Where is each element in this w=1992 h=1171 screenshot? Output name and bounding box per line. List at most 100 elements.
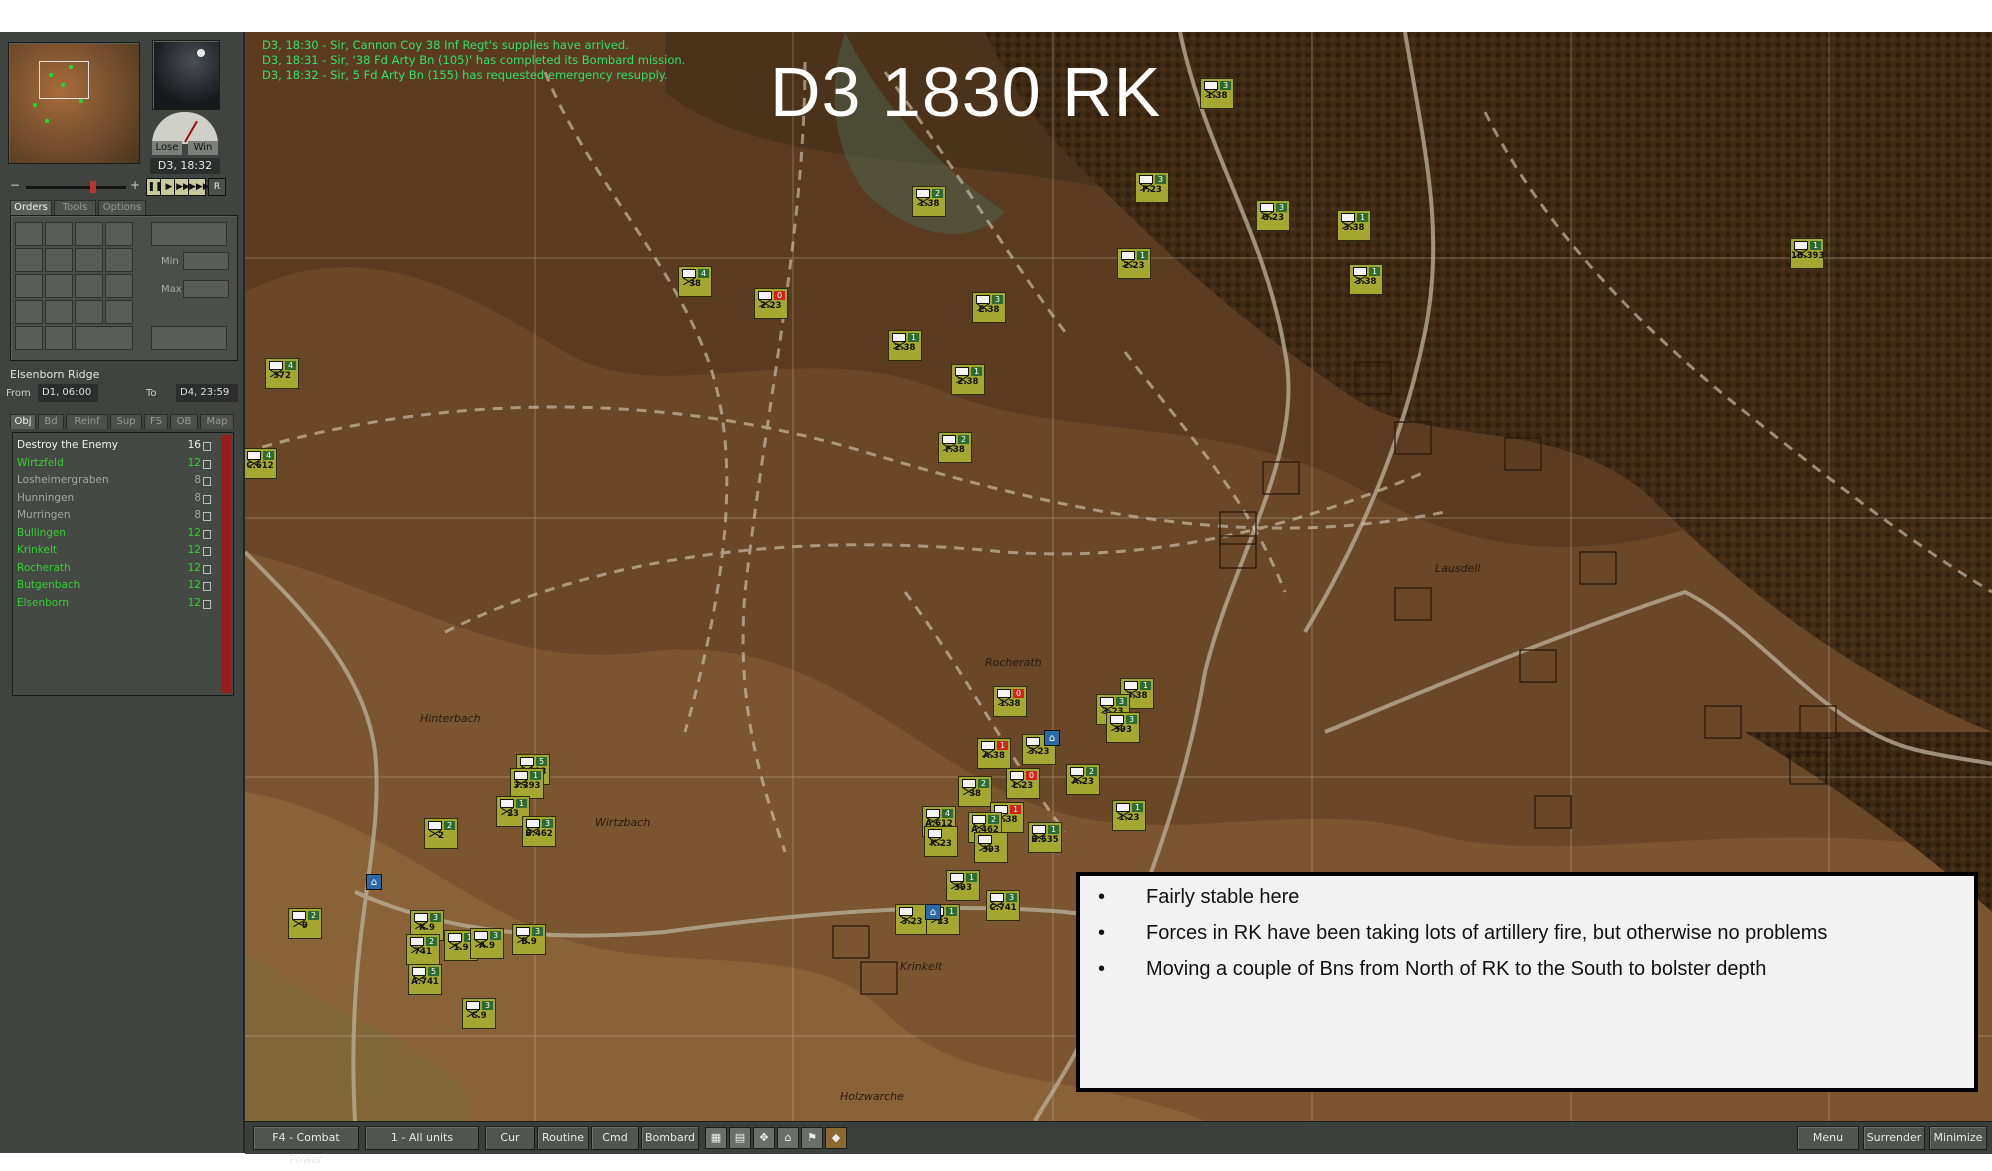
unit-counter[interactable]: 3.23: [895, 904, 929, 935]
bombard-button[interactable]: Bombard: [641, 1126, 699, 1150]
unit-filter-button[interactable]: 1 - All units: [365, 1126, 479, 1150]
unit-counter[interactable]: 1 2.38: [888, 330, 922, 361]
unit-counter[interactable]: 22: [424, 818, 458, 849]
unit-counter[interactable]: 1 393: [946, 870, 980, 901]
order-button[interactable]: [105, 248, 133, 272]
tab-tools[interactable]: Tools: [54, 200, 96, 215]
hq-icon[interactable]: ⌂: [777, 1127, 799, 1149]
rate-button[interactable]: R: [208, 178, 226, 196]
tab-fs[interactable]: FS: [144, 414, 168, 429]
unit-counter[interactable]: 3 1.38: [1200, 78, 1234, 109]
unit-counter[interactable]: 3 F.23: [1135, 172, 1169, 203]
routine-button[interactable]: Routine: [537, 1126, 589, 1150]
hq-marker-icon[interactable]: ⌂: [1044, 730, 1060, 746]
unit-counter[interactable]: 1 2.38: [951, 364, 985, 395]
tab-map[interactable]: Map: [200, 414, 234, 429]
tab-options[interactable]: Options: [98, 200, 146, 215]
objective-row[interactable]: Krinkelt 12: [17, 542, 211, 559]
minus-icon[interactable]: −: [10, 178, 20, 192]
unit-counter[interactable]: 3 G.23: [1256, 200, 1290, 231]
unit-counter[interactable]: 2 1.38: [912, 186, 946, 217]
plus-icon[interactable]: +: [130, 178, 140, 192]
order-button[interactable]: [45, 248, 73, 272]
order-wide-button[interactable]: [151, 326, 227, 350]
unit-counter[interactable]: 2 741: [406, 934, 440, 965]
order-button[interactable]: [105, 222, 133, 246]
unit-counter[interactable]: 3 393: [1106, 712, 1140, 743]
unit-counter[interactable]: 3 B.462: [522, 816, 556, 847]
unit-counter[interactable]: 1 3.38: [1349, 264, 1383, 295]
flag-icon[interactable]: ⚑: [801, 1127, 823, 1149]
order-wide-button[interactable]: [75, 326, 133, 350]
order-button[interactable]: [75, 222, 103, 246]
objective-row[interactable]: Wirtzfeld 12: [17, 455, 211, 472]
unit-counter[interactable]: 1 3.38: [1337, 210, 1371, 241]
tab-sup[interactable]: Sup: [110, 414, 142, 429]
unit-counter[interactable]: 1 A.38: [977, 738, 1011, 769]
hq-marker-icon[interactable]: ⌂: [366, 874, 382, 890]
objectives-scrollbar[interactable]: [221, 435, 231, 693]
order-button[interactable]: [15, 222, 43, 246]
min-field[interactable]: [183, 252, 229, 270]
order-wide-button[interactable]: [151, 222, 227, 246]
unit-counter[interactable]: 1 1.23: [1112, 800, 1146, 831]
tab-obj[interactable]: Obj: [10, 414, 36, 429]
order-button[interactable]: [105, 300, 133, 324]
move-icon[interactable]: ✥: [753, 1127, 775, 1149]
order-button[interactable]: [75, 300, 103, 324]
order-button[interactable]: [15, 274, 43, 298]
unit-counter[interactable]: 4 372: [265, 358, 299, 389]
unit-counter[interactable]: 0 1.38: [993, 686, 1027, 717]
minimap-viewport[interactable]: [39, 61, 89, 99]
objective-row[interactable]: Elsenborn 12: [17, 595, 211, 612]
objective-row[interactable]: Hunningen 8: [17, 490, 211, 507]
unit-counter[interactable]: K.23: [924, 826, 958, 857]
unit-counter[interactable]: 1 2.23: [1117, 248, 1151, 279]
fastest-forward-icon[interactable]: ▶▶▶: [188, 178, 210, 196]
unit-stack-icon[interactable]: ▤: [729, 1127, 751, 1149]
order-button[interactable]: [45, 222, 73, 246]
unit-counter[interactable]: 1 3.393: [510, 768, 544, 799]
unit-counter[interactable]: 3 C.9: [462, 998, 496, 1029]
order-button[interactable]: [15, 300, 43, 324]
minimap[interactable]: [8, 42, 140, 164]
unit-counter[interactable]: 3 C.741: [986, 890, 1020, 921]
order-button[interactable]: [45, 300, 73, 324]
objective-row[interactable]: Bullingen 12: [17, 525, 211, 542]
tab-orders[interactable]: Orders: [10, 200, 52, 215]
objective-row[interactable]: Rocherath 12: [17, 560, 211, 577]
unit-counter[interactable]: 29: [288, 908, 322, 939]
combat-power-button[interactable]: F4 - Combat Power: [253, 1126, 359, 1166]
order-button[interactable]: [75, 274, 103, 298]
unit-counter[interactable]: 3 B.9: [512, 924, 546, 955]
unit-counter[interactable]: 1 B.535: [1028, 822, 1062, 853]
objective-row[interactable]: Butgenbach 12: [17, 577, 211, 594]
order-button[interactable]: [15, 326, 43, 350]
menu-button[interactable]: Menu: [1797, 1126, 1859, 1150]
cur-button[interactable]: Cur: [485, 1126, 535, 1150]
unit-counter[interactable]: 2 A.23: [1066, 764, 1100, 795]
order-button[interactable]: [45, 274, 73, 298]
objective-row[interactable]: Murringen 8: [17, 507, 211, 524]
unit-counter[interactable]: 2 F.38: [938, 432, 972, 463]
max-field[interactable]: [183, 280, 229, 298]
unit-counter[interactable]: 1 1B.393: [1790, 238, 1824, 269]
time-rate-slider[interactable]: − +: [8, 178, 140, 194]
unit-counter[interactable]: 3 A.9: [470, 928, 504, 959]
tab-ob[interactable]: OB: [170, 414, 198, 429]
unit-counter[interactable]: 393: [974, 832, 1008, 863]
unit-counter[interactable]: 0 L.23: [1006, 768, 1040, 799]
order-button[interactable]: [105, 274, 133, 298]
order-button[interactable]: [45, 326, 73, 350]
terrain-icon[interactable]: ◆: [825, 1127, 847, 1149]
grid-icon[interactable]: ▦: [705, 1127, 727, 1149]
unit-counter[interactable]: 3 E.38: [972, 292, 1006, 323]
unit-counter[interactable]: 2 38: [958, 776, 992, 807]
order-button[interactable]: [15, 248, 43, 272]
unit-counter[interactable]: 5 A.741: [408, 964, 442, 995]
minimize-button[interactable]: Minimize: [1929, 1126, 1987, 1150]
tab-bd[interactable]: Bd: [38, 414, 64, 429]
objective-row[interactable]: Destroy the Enemy 16: [17, 437, 211, 454]
surrender-button[interactable]: Surrender: [1863, 1126, 1925, 1150]
objective-row[interactable]: Losheimergraben 8: [17, 472, 211, 489]
